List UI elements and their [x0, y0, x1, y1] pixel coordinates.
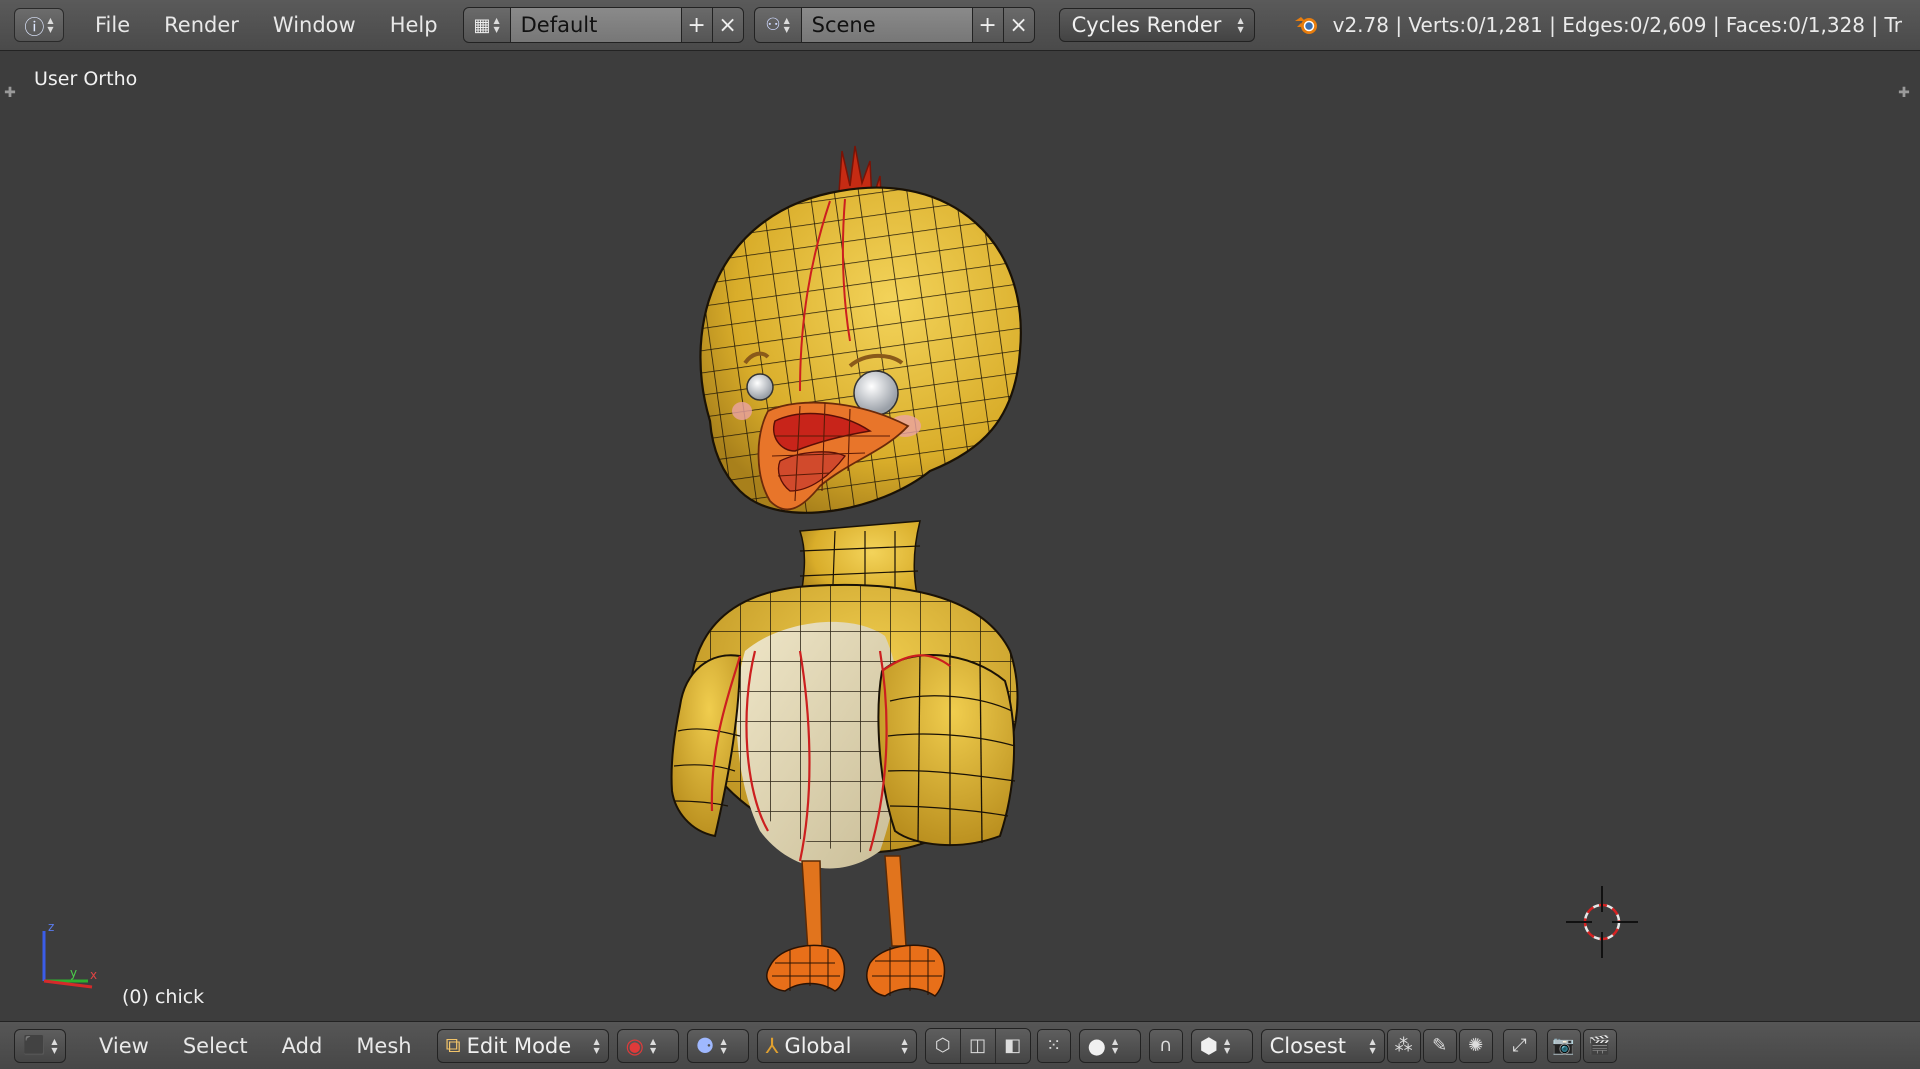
3d-viewport[interactable]: User Ortho ✚ ✚ z y x (0) chick [0, 51, 1920, 1021]
3d-view-header: ⬛ ▲ ▼ View Select Add Mesh ⧉ Edit Mode ▲ ▼… [0, 1021, 1920, 1069]
snap-target-dropdown[interactable]: Closest ▲ ▼ [1260, 1028, 1385, 1063]
edge-select-icon[interactable]: ◫ [960, 1028, 996, 1063]
edit-mode-icon: ⧉ [445, 1033, 461, 1057]
snap-toggle-magnet-icon[interactable]: ∩ [1148, 1028, 1183, 1063]
render-engine-label: Cycles Render [1071, 13, 1222, 37]
updown-icon: ▲ ▼ [1237, 16, 1244, 34]
orientation-label: Global [784, 1033, 852, 1058]
screen-layout-browse-button[interactable]: ▦ ▲ ▼ [463, 8, 511, 42]
menu-render[interactable]: Render [147, 13, 256, 37]
delete-scene-icon[interactable]: × [1002, 8, 1034, 42]
snap-target-label: Closest [1269, 1033, 1346, 1058]
editor-type-3d-view-button[interactable]: ⬛ ▲ ▼ [14, 1028, 66, 1063]
feet [766, 944, 946, 997]
scene-browse-button[interactable]: ⚇ ▲ ▼ [754, 8, 802, 42]
scene-statistics: v2.78 | Verts:0/1,281 | Edges:0/2,609 | … [1332, 13, 1902, 37]
mode-label: Edit Mode [466, 1033, 572, 1058]
menu-file[interactable]: File [78, 13, 147, 37]
snap-element-icon: ⬢ [1199, 1033, 1218, 1058]
screen-layout-selector: ▦ ▲ ▼ Default + × [462, 7, 744, 43]
info-icon: ⓘ [24, 14, 45, 39]
active-object-label: (0) chick [122, 986, 205, 1008]
updown-icon: ▲ ▼ [47, 16, 54, 34]
mode-dropdown[interactable]: ⧉ Edit Mode ▲ ▼ [436, 1028, 609, 1063]
proportional-icon: ● [1087, 1033, 1106, 1058]
menu-view[interactable]: View [82, 1034, 166, 1058]
svg-text:y: y [70, 966, 77, 980]
svg-text:x: x [90, 968, 97, 982]
updown-icon: ▲ ▼ [1111, 1036, 1119, 1055]
menu-help[interactable]: Help [373, 13, 455, 37]
render-animation-icon[interactable]: 🎬 [1582, 1028, 1617, 1063]
add-screen-icon[interactable]: + [680, 8, 712, 42]
menu-add[interactable]: Add [265, 1034, 340, 1058]
scene-icon: ⚇ [765, 15, 781, 35]
retopology-icon[interactable]: ⤢ [1502, 1028, 1537, 1063]
eye-left [746, 373, 774, 401]
updown-icon: ▲ ▼ [1223, 1036, 1231, 1055]
snap-project-icon[interactable]: ✎ [1422, 1028, 1457, 1063]
snap-self-icon[interactable]: ✺ [1458, 1028, 1493, 1063]
snap-element-dropdown[interactable]: ⬢ ▲ ▼ [1190, 1028, 1253, 1063]
select-mode-group: ⬡ ◫ ◧ [924, 1027, 1031, 1064]
manipulator-toggle[interactable]: ⚈ ▲ ▼ [686, 1028, 749, 1063]
updown-icon: ▲ ▼ [51, 1036, 58, 1055]
updown-icon: ▲ ▼ [593, 1036, 600, 1055]
axis-gizmo-icon: z y x [42, 920, 97, 989]
menu-select[interactable]: Select [166, 1034, 265, 1058]
snap-align-rotation-icon[interactable]: ⁂ [1386, 1028, 1421, 1063]
editor-type-info-button[interactable]: ⓘ ▲ ▼ [14, 8, 64, 42]
properties-toggle-icon[interactable]: ✚ [1896, 85, 1912, 101]
cube-icon: ⬛ [23, 1035, 46, 1056]
manipulator-icon: ⚈ [695, 1033, 715, 1058]
view-name-label: User Ortho [34, 68, 138, 90]
proportional-editing-dropdown[interactable]: ● ▲ ▼ [1078, 1028, 1141, 1063]
updown-icon: ▲ ▼ [720, 1036, 727, 1055]
render-engine-dropdown[interactable]: Cycles Render ▲ ▼ [1058, 8, 1255, 42]
limit-selection-visible-icon[interactable]: ⁙ [1036, 1028, 1071, 1063]
vertex-select-icon[interactable]: ⬡ [925, 1028, 961, 1063]
3d-cursor-icon[interactable] [1566, 886, 1638, 958]
add-scene-icon[interactable]: + [971, 8, 1003, 42]
transform-orientation-dropdown[interactable]: ⅄ Global ▲ ▼ [756, 1028, 917, 1063]
updown-icon: ▲ ▼ [1369, 1036, 1376, 1055]
updown-icon: ▲ ▼ [493, 16, 500, 34]
orientation-axes-icon: ⅄ [765, 1033, 779, 1058]
render-still-icon[interactable]: 📷 [1546, 1028, 1581, 1063]
updown-icon: ▲ ▼ [649, 1036, 657, 1055]
delete-screen-icon[interactable]: × [711, 8, 743, 42]
updown-icon: ▲ ▼ [783, 16, 790, 34]
pivot-icon: ◉ [625, 1033, 644, 1058]
screen-layout-name-field[interactable]: Default [510, 8, 681, 42]
layout-grid-icon: ▦ [473, 14, 491, 36]
updown-icon: ▲ ▼ [901, 1036, 908, 1055]
face-select-icon[interactable]: ◧ [995, 1028, 1030, 1063]
menu-mesh[interactable]: Mesh [339, 1034, 428, 1058]
blender-logo-icon [1294, 17, 1317, 34]
chick-mesh[interactable] [650, 91, 1130, 1041]
menu-window[interactable]: Window [256, 13, 373, 37]
tool-shelf-toggle-icon[interactable]: ✚ [2, 85, 18, 101]
scene-name-field[interactable]: Scene [801, 8, 972, 42]
scene-selector: ⚇ ▲ ▼ Scene + × [753, 7, 1035, 43]
info-header: ⓘ ▲ ▼ File Render Window Help ▦ ▲ ▼ Defaul… [0, 0, 1920, 51]
svg-text:z: z [48, 920, 54, 934]
pivot-point-dropdown[interactable]: ◉ ▲ ▼ [616, 1028, 679, 1063]
